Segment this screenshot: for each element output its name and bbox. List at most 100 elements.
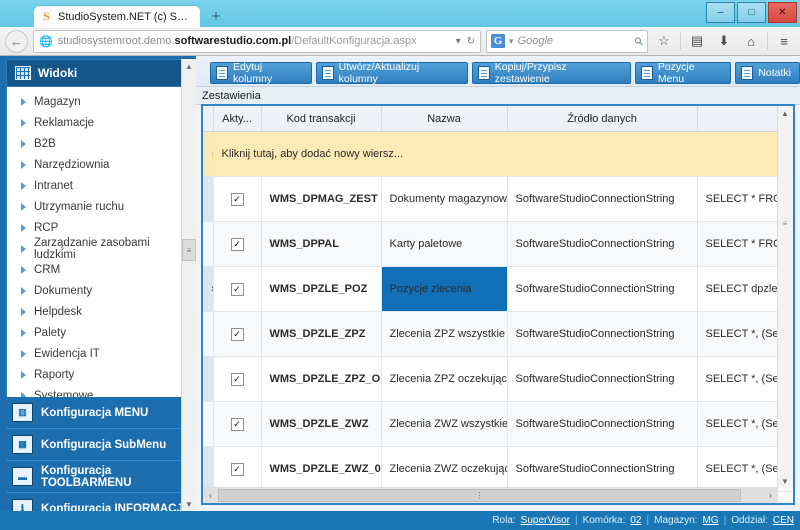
- grid-vertical-scrollbar[interactable]: ▲ ≡ ▼: [777, 106, 793, 488]
- create-update-columns-button[interactable]: Utwórz/Aktualizuj kolumny: [315, 61, 468, 85]
- sidebar-item-b2b[interactable]: B2B: [7, 133, 191, 154]
- cell-nazwa[interactable]: Zlecenia ZWZ oczekujące: [381, 446, 508, 492]
- grid-scroll-track-end[interactable]: [741, 489, 763, 502]
- reader-list-icon[interactable]: ▤: [686, 30, 708, 52]
- cell-kod-transakcji[interactable]: WMS_DPZLE_ZPZ: [261, 311, 382, 357]
- browser-tab[interactable]: S StudioSystem.NET (c) Softwar…: [34, 6, 200, 27]
- cell-kod-transakcji[interactable]: WMS_DPZLE_ZWZ_0: [261, 446, 382, 492]
- sidebar-item-helpdesk[interactable]: Helpdesk: [7, 301, 191, 322]
- sidebar-item-ewidencja-it[interactable]: Ewidencja IT: [7, 343, 191, 364]
- close-button[interactable]: ✕: [768, 2, 797, 23]
- row-active-checkbox-cell[interactable]: ✓: [213, 446, 262, 492]
- grid-new-row[interactable]: ∗ Kliknij tutaj, aby dodać nowy wiersz..…: [203, 131, 793, 177]
- cell-nazwa[interactable]: Dokumenty magazynowe: [381, 176, 508, 222]
- grid-scroll-down-button[interactable]: ▼: [778, 474, 792, 488]
- grid-vertical-scroll-thumb[interactable]: ≡: [778, 216, 792, 230]
- minimize-button[interactable]: –: [706, 2, 735, 23]
- sidebar-item-konfiguracja-toolbarmenu[interactable]: ▬ Konfiguracja TOOLBARMENU: [6, 461, 192, 493]
- cell-nazwa[interactable]: Zlecenia ZWZ wszystkie: [381, 401, 508, 447]
- active-checkbox[interactable]: ✓: [230, 462, 244, 476]
- sidebar-item-konfiguracja-menu[interactable]: ▥ Konfiguracja MENU: [6, 397, 192, 429]
- sidebar-item-dokumenty[interactable]: Dokumenty: [7, 280, 191, 301]
- row-active-checkbox-cell[interactable]: ✓: [213, 311, 262, 357]
- column-header-akty[interactable]: Akty...: [213, 106, 262, 132]
- sidebar-item-magazyn[interactable]: Magazyn: [7, 91, 191, 112]
- cell-zrodlo-danych[interactable]: SoftwareStudioConnectionString: [507, 356, 698, 402]
- sidebar-item-reklamacje[interactable]: Reklamacje: [7, 112, 191, 133]
- row-active-checkbox-cell[interactable]: ✓: [213, 221, 262, 267]
- active-checkbox[interactable]: ✓: [230, 417, 244, 431]
- cell-kod-transakcji[interactable]: WMS_DPMAG_ZEST: [261, 176, 382, 222]
- sidebar-scroll-down-button[interactable]: ▼: [182, 497, 196, 511]
- sidebar-item-zarzadzanie-zasobami-ludzkimi[interactable]: Zarządzanie zasobami ludzkimi: [7, 237, 191, 261]
- table-row[interactable]: ✓ WMS_DPZLE_ZWZ_0 Zlecenia ZWZ oczekując…: [203, 446, 793, 492]
- cell-kod-transakcji[interactable]: WMS_DPZLE_ZWZ: [261, 401, 382, 447]
- search-input[interactable]: Google: [518, 35, 631, 47]
- active-checkbox[interactable]: ✓: [230, 192, 244, 206]
- cell-nazwa[interactable]: Karty paletowe: [381, 221, 508, 267]
- sidebar-item-raporty[interactable]: Raporty: [7, 364, 191, 385]
- table-row[interactable]: ✓ WMS_DPZLE_ZWZ Zlecenia ZWZ wszystkie S…: [203, 401, 793, 447]
- sidebar-item-rcp[interactable]: RCP: [7, 217, 191, 238]
- new-tab-button[interactable]: +: [208, 9, 224, 24]
- sidebar-item-palety[interactable]: Palety: [7, 322, 191, 343]
- grid-scroll-up-button[interactable]: ▲: [778, 106, 792, 120]
- back-button[interactable]: ←: [5, 29, 28, 53]
- reload-icon[interactable]: ↻: [467, 36, 475, 47]
- cell-zrodlo-danych[interactable]: SoftwareStudioConnectionString: [507, 401, 698, 447]
- table-row[interactable]: ✓ WMS_DPPAL Karty paletowe SoftwareStudi…: [203, 221, 793, 267]
- active-checkbox[interactable]: ✓: [230, 327, 244, 341]
- menu-positions-button[interactable]: Pozycje Menu: [634, 61, 732, 85]
- url-dropdown-icon[interactable]: ▾: [456, 36, 461, 47]
- url-bar[interactable]: 🌐 studiosystemroot.demo.softwarestudio.c…: [33, 29, 481, 53]
- table-row-current[interactable]: › ✓ WMS_DPZLE_POZ Pozycje zlecenia Softw…: [203, 266, 793, 312]
- row-active-checkbox-cell[interactable]: ✓: [213, 401, 262, 447]
- sidebar-item-narzedziownia[interactable]: Narzędziownia: [7, 154, 191, 175]
- cell-zrodlo-danych[interactable]: SoftwareStudioConnectionString: [507, 176, 698, 222]
- cell-nazwa-selected[interactable]: Pozycje zlecenia: [381, 266, 508, 312]
- grid-scroll-right-button[interactable]: ›: [763, 488, 778, 503]
- sidebar-scrollbar[interactable]: ▲ ≡ ▼: [181, 59, 196, 511]
- new-row-hint[interactable]: Kliknij tutaj, aby dodać nowy wiersz...: [213, 131, 793, 177]
- cell-kod-transakcji[interactable]: WMS_DPZLE_POZ: [261, 266, 382, 312]
- sidebar-scroll-thumb[interactable]: ≡: [182, 239, 196, 261]
- home-icon[interactable]: ⌂: [740, 30, 762, 52]
- column-header-kod-transakcji[interactable]: Kod transakcji: [261, 106, 382, 132]
- active-checkbox[interactable]: ✓: [230, 372, 244, 386]
- cell-nazwa[interactable]: Zlecenia ZPZ wszystkie: [381, 311, 508, 357]
- cell-zrodlo-danych[interactable]: SoftwareStudioConnectionString: [507, 221, 698, 267]
- sidebar-scroll-up-button[interactable]: ▲: [182, 59, 196, 73]
- edit-columns-button[interactable]: Edytuj kolumny: [210, 61, 312, 85]
- sidebar-item-intranet[interactable]: Intranet: [7, 175, 191, 196]
- sidebar-item-konfiguracja-submenu[interactable]: ▦ Konfiguracja SubMenu: [6, 429, 192, 461]
- downloads-icon[interactable]: ⬇: [713, 30, 735, 52]
- maximize-button[interactable]: □: [737, 2, 766, 23]
- search-bar[interactable]: G ▾ Google ⚲: [486, 29, 648, 53]
- cell-zrodlo-danych[interactable]: SoftwareStudioConnectionString: [507, 446, 698, 492]
- sidebar-item-systemowe[interactable]: Systemowe: [7, 385, 191, 397]
- table-row[interactable]: ✓ WMS_DPZLE_ZPZ Zlecenia ZPZ wszystkie S…: [203, 311, 793, 357]
- grid-horizontal-scrollbar[interactable]: ‹ ⋮ ›: [203, 487, 778, 503]
- notes-button[interactable]: Notatki: [735, 62, 800, 84]
- grid-scroll-left-button[interactable]: ‹: [203, 488, 218, 503]
- bookmark-star-icon[interactable]: ☆: [653, 30, 675, 52]
- active-checkbox[interactable]: ✓: [230, 237, 244, 251]
- row-active-checkbox-cell[interactable]: ✓: [213, 356, 262, 402]
- search-magnifier-icon[interactable]: ⚲: [632, 34, 646, 48]
- row-active-checkbox-cell[interactable]: ✓: [213, 266, 262, 312]
- column-header-zrodlo-danych[interactable]: Źródło danych: [507, 106, 698, 132]
- grid-horizontal-scroll-thumb[interactable]: ⋮: [218, 489, 741, 502]
- cell-kod-transakcji[interactable]: WMS_DPZLE_ZPZ_O: [261, 356, 382, 402]
- sidebar-item-utrzymanie-ruchu[interactable]: Utrzymanie ruchu: [7, 196, 191, 217]
- cell-zrodlo-danych[interactable]: SoftwareStudioConnectionString: [507, 266, 698, 312]
- search-engine-caret-icon[interactable]: ▾: [509, 36, 514, 47]
- column-header-nazwa[interactable]: Nazwa: [381, 106, 508, 132]
- cell-kod-transakcji[interactable]: WMS_DPPAL: [261, 221, 382, 267]
- row-active-checkbox-cell[interactable]: ✓: [213, 176, 262, 222]
- table-row[interactable]: ✓ WMS_DPMAG_ZEST Dokumenty magazynowe So…: [203, 176, 793, 222]
- sidebar-item-crm[interactable]: CRM: [7, 259, 191, 280]
- copy-assign-report-button[interactable]: Kopiuj/Przypisz zestawienie: [471, 61, 631, 85]
- menu-hamburger-icon[interactable]: ≡: [773, 30, 795, 52]
- table-row[interactable]: ✓ WMS_DPZLE_ZPZ_O Zlecenia ZPZ oczekując…: [203, 356, 793, 402]
- cell-zrodlo-danych[interactable]: SoftwareStudioConnectionString: [507, 311, 698, 357]
